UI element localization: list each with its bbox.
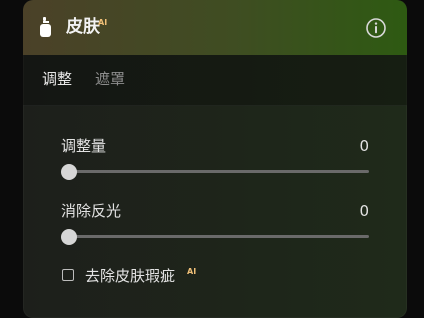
tab-bar: 调整 遮罩 (23, 55, 407, 106)
skin-panel: 皮肤 AI 调整 遮罩 调整量 0 消除反光 0 去除皮肤瑕疵 AI (23, 0, 407, 318)
amount-label: 调整量 (61, 137, 107, 155)
ai-badge: AI (98, 18, 108, 27)
tab-mask[interactable]: 遮罩 (95, 69, 125, 89)
remove-blemish-label: 去除皮肤瑕疵 (85, 267, 176, 285)
amount-value: 0 (359, 137, 369, 155)
remove-glare-slider-thumb[interactable] (61, 229, 77, 245)
remove-blemish-checkbox[interactable] (62, 269, 74, 281)
amount-slider[interactable] (61, 163, 369, 181)
panel-header: 皮肤 AI (23, 0, 407, 55)
remove-glare-slider-track[interactable] (69, 235, 369, 238)
remove-glare-value: 0 (359, 202, 369, 220)
tab-adjust[interactable]: 调整 (42, 69, 72, 89)
panel-body: 调整量 0 消除反光 0 去除皮肤瑕疵 AI (23, 106, 407, 318)
amount-slider-track[interactable] (69, 170, 369, 173)
panel-title: 皮肤 (66, 17, 100, 37)
remove-glare-label: 消除反光 (61, 202, 122, 220)
amount-slider-thumb[interactable] (61, 164, 77, 180)
skin-brush-icon (37, 16, 55, 38)
info-icon[interactable] (365, 17, 387, 39)
remove-blemish-ai-badge: AI (187, 267, 197, 276)
remove-glare-slider[interactable] (61, 228, 369, 246)
